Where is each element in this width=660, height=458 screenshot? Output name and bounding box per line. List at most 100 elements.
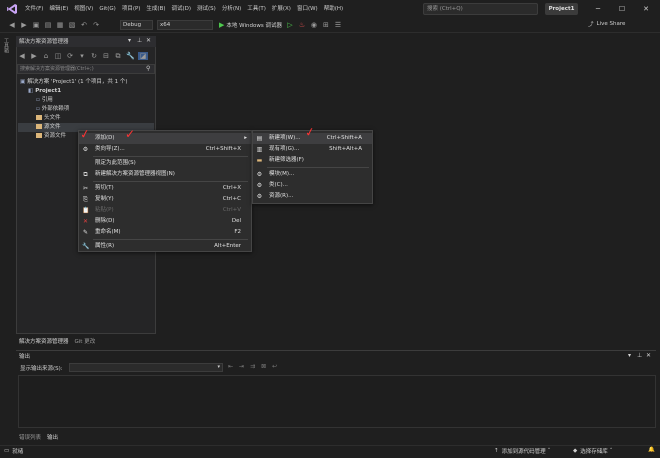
menu-separator bbox=[93, 181, 248, 182]
redo-icon[interactable]: ↷ bbox=[92, 21, 100, 29]
output-text-area[interactable] bbox=[18, 375, 656, 428]
context-menu-item[interactable]: ✎ 重命名(M) F2 bbox=[79, 227, 251, 238]
maximize-button[interactable]: ☐ bbox=[614, 2, 630, 16]
context-menu-item[interactable]: ⚙ 类(C)... bbox=[253, 180, 372, 191]
panel-options-icon[interactable]: ▾ bbox=[628, 352, 631, 359]
new-project-icon[interactable]: ▣ bbox=[32, 21, 40, 29]
context-menu-item[interactable]: ⚙ 资源(R)... bbox=[253, 191, 372, 202]
search-input[interactable]: 搜索 (Ctrl+Q) bbox=[423, 3, 538, 15]
menu-item[interactable]: 帮助(H) bbox=[321, 0, 346, 18]
pending-changes-icon[interactable]: ▾ bbox=[78, 52, 86, 60]
tree-item[interactable]: ◧ Project1 bbox=[18, 87, 154, 96]
context-menu-item[interactable]: ▬ 新建筛选器(F) bbox=[253, 155, 372, 166]
switch-view-icon[interactable]: ◫ bbox=[54, 52, 62, 60]
forward-icon[interactable]: ▶ bbox=[30, 52, 38, 60]
save-icon[interactable]: ▦ bbox=[56, 21, 64, 29]
preview-icon[interactable]: ◪ bbox=[138, 52, 148, 60]
solution-search-input[interactable]: 搜索解决方案资源管理器(Ctrl+;) bbox=[17, 64, 155, 74]
minimize-button[interactable]: ─ bbox=[590, 2, 606, 16]
menu-item[interactable]: 分析(N) bbox=[219, 0, 244, 18]
menu-item[interactable]: 窗口(W) bbox=[294, 0, 321, 18]
panel-close-icon[interactable]: ✕ bbox=[146, 37, 151, 44]
find-message-icon[interactable]: ⇤ bbox=[228, 363, 233, 370]
start-debugging-button[interactable]: ▶ 本地 Windows 调试器 bbox=[219, 21, 282, 29]
menu-item[interactable]: Git(G) bbox=[96, 0, 119, 18]
context-menu-item[interactable]: ✕ 删除(D) Del bbox=[79, 216, 251, 227]
visual-studio-logo-icon bbox=[7, 4, 17, 14]
toolbox-tab[interactable]: 工具箱 bbox=[3, 38, 10, 53]
output-source-label: 显示输出来源(S): bbox=[20, 366, 63, 372]
properties-icon[interactable]: 🔧 bbox=[126, 52, 135, 60]
menu-item[interactable]: 调试(D) bbox=[169, 0, 195, 18]
collapse-all-icon[interactable]: ⊟ bbox=[102, 52, 110, 60]
select-repo-label: 选择存储库 bbox=[580, 449, 608, 455]
menu-item[interactable]: 测试(S) bbox=[194, 0, 219, 18]
search-icon[interactable]: ⚲ bbox=[146, 65, 150, 72]
add-to-source-control-button[interactable]: ↑ 添加到源代码管理 ˄ bbox=[494, 447, 550, 455]
open-icon[interactable]: ▤ bbox=[44, 21, 52, 29]
tree-item[interactable]: ▫ 外部依赖项 bbox=[18, 105, 154, 114]
menu-item[interactable]: 文件(F) bbox=[22, 0, 46, 18]
context-menu-item[interactable]: ✂ 剪切(T) Ctrl+X bbox=[79, 183, 251, 194]
tab-solution-explorer[interactable]: 解决方案资源管理器 bbox=[16, 337, 72, 345]
context-menu-item[interactable]: ⚙ 类向导(Z)... Ctrl+Shift+X bbox=[79, 144, 251, 155]
context-menu-item[interactable]: ⎘ 复制(Y) Ctrl+C bbox=[79, 194, 251, 205]
menu-item[interactable]: 扩展(X) bbox=[269, 0, 294, 18]
context-menu-item[interactable]: ⧉ 新建解决方案资源管理器视图(N) bbox=[79, 169, 251, 180]
context-menu-item[interactable]: ⚙ 模块(M)... bbox=[253, 169, 372, 180]
tree-item[interactable]: ▣ 解决方案 'Project1' (1 个项目，共 1 个) bbox=[18, 78, 154, 87]
context-menu-item[interactable]: ▥ 现有项(G)... Shift+Alt+A bbox=[253, 144, 372, 155]
tab-output[interactable]: 输出 bbox=[44, 433, 61, 441]
check-mark-icon: ✓ bbox=[303, 124, 317, 140]
context-menu-item[interactable]: 限定为此范围(S) bbox=[79, 158, 251, 169]
clear-all-icon[interactable]: ⊠ bbox=[261, 363, 266, 370]
panel-close-icon[interactable]: ✕ bbox=[646, 352, 651, 359]
back-icon[interactable]: ◀ bbox=[18, 52, 26, 60]
context-menu-item[interactable]: 🔧 属性(R) Alt+Enter bbox=[79, 241, 251, 252]
pin-icon[interactable]: ⊥ bbox=[637, 352, 642, 359]
menu-item[interactable]: 工具(T) bbox=[244, 0, 269, 18]
notifications-icon[interactable]: 🔔 bbox=[648, 447, 655, 453]
solution-configuration-select[interactable]: Debug bbox=[120, 20, 153, 30]
output-source-select[interactable]: ▾ bbox=[69, 363, 223, 372]
save-all-icon[interactable]: ▧ bbox=[68, 21, 76, 29]
home-icon[interactable]: ⌂ bbox=[42, 52, 50, 60]
menu-item[interactable]: 视图(V) bbox=[71, 0, 96, 18]
breakpoint-icon[interactable]: ◉ bbox=[310, 21, 318, 29]
solution-platform-select[interactable]: x64 bbox=[157, 20, 213, 30]
undo-icon[interactable]: ↶ bbox=[80, 21, 88, 29]
menu-item[interactable]: 编辑(E) bbox=[46, 0, 71, 18]
folder-icon bbox=[36, 124, 42, 129]
close-button[interactable]: ✕ bbox=[638, 2, 654, 16]
word-wrap-icon[interactable]: ↩ bbox=[272, 363, 277, 370]
filter-icon: ▬ bbox=[256, 157, 263, 164]
next-message-icon[interactable]: ⇉ bbox=[250, 363, 255, 370]
tree-item[interactable]: ▫ 引用 bbox=[18, 96, 154, 105]
context-menu-item[interactable]: 添加(D) ▸ bbox=[79, 133, 251, 144]
tree-item[interactable]: 头文件 bbox=[18, 114, 154, 123]
status-icon: ▭ bbox=[4, 448, 10, 454]
menu-item[interactable]: 项目(P) bbox=[119, 0, 144, 18]
tab-git-changes[interactable]: Git 更改 bbox=[72, 337, 99, 345]
output-title: 输出 bbox=[19, 354, 31, 360]
prev-message-icon[interactable]: ⇥ bbox=[239, 363, 244, 370]
check-mark-icon: ✓ bbox=[125, 127, 136, 141]
menu-item[interactable]: 生成(B) bbox=[143, 0, 168, 18]
show-all-files-icon[interactable]: ⧉ bbox=[114, 52, 122, 60]
external-icon: ▫ bbox=[36, 106, 40, 112]
pin-icon[interactable]: ⊥ bbox=[137, 37, 142, 44]
tree-item-label: 解决方案 'Project1' (1 个项目，共 1 个) bbox=[27, 79, 128, 85]
tab-error-list[interactable]: 错误列表 bbox=[16, 433, 44, 441]
live-share-button[interactable]: ⤴ Live Share bbox=[588, 20, 625, 28]
refresh-icon[interactable]: ↻ bbox=[90, 52, 98, 60]
select-repository-button[interactable]: ◆ 选择存储库 ˄ bbox=[573, 447, 613, 455]
start-without-debugging-icon[interactable]: ▷ bbox=[286, 21, 294, 29]
bookmark-icon[interactable]: ⊞ bbox=[322, 21, 330, 29]
menu-item-shortcut: Ctrl+Shift+X bbox=[205, 146, 241, 152]
forward-icon[interactable]: ▶ bbox=[20, 21, 28, 29]
sync-icon[interactable]: ⟳ bbox=[66, 52, 74, 60]
hot-reload-icon[interactable]: ♨ bbox=[298, 21, 306, 29]
comment-icon[interactable]: ☰ bbox=[334, 21, 342, 29]
panel-options-icon[interactable]: ▾ bbox=[128, 37, 131, 44]
back-icon[interactable]: ◀ bbox=[8, 21, 16, 29]
